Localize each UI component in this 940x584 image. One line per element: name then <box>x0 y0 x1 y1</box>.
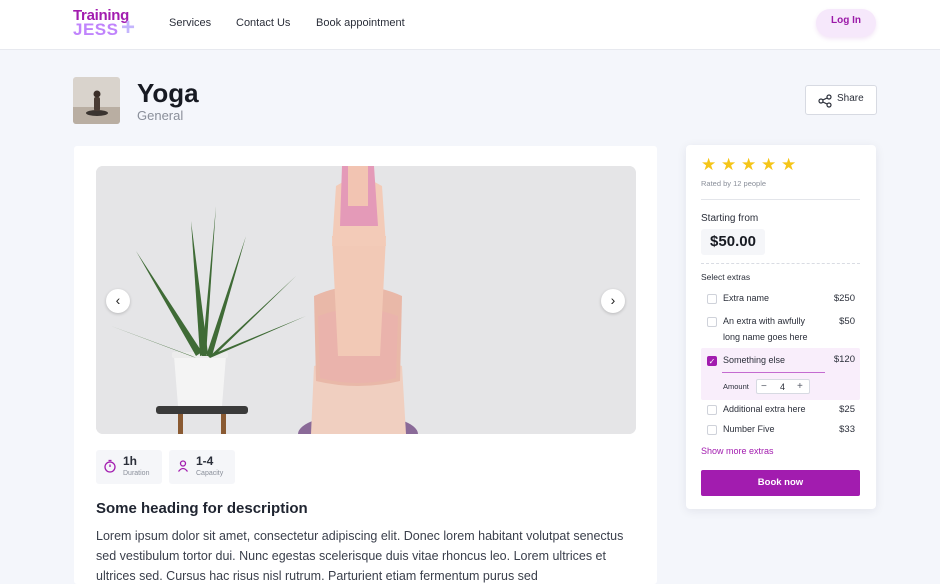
duration-stat: 1h Duration <box>96 450 162 484</box>
divider <box>701 199 860 200</box>
extra-price: $50 <box>839 316 855 327</box>
service-thumbnail <box>73 77 120 124</box>
logo-plus: + <box>121 14 136 41</box>
rating-count: Rated by 12 people <box>701 179 767 188</box>
description-body: Lorem ipsum dolor sit amet, consectetur … <box>96 529 624 583</box>
share-label: Share <box>837 93 864 104</box>
increment-button[interactable]: + <box>797 380 803 393</box>
stopwatch-icon <box>104 459 116 473</box>
rating-star-icon: ★ <box>761 155 777 174</box>
training-jess-logo[interactable]: Training JESS + <box>73 7 145 41</box>
logo-text-jess: JESS <box>73 20 119 39</box>
nav-link-contact-us[interactable]: Contact Us <box>236 17 290 29</box>
gallery-next-button[interactable]: › <box>601 289 625 313</box>
login-button[interactable]: Log In <box>816 9 876 37</box>
divider <box>701 263 860 264</box>
extra-name: Extra name <box>723 293 770 303</box>
share-button[interactable]: Share <box>805 85 877 115</box>
capacity-value: 1-4 <box>196 454 214 468</box>
show-more-extras-link[interactable]: Show more extras <box>701 446 774 456</box>
description-heading: Some heading for description <box>96 500 308 517</box>
capacity-label: Capacity <box>196 470 224 477</box>
duration-label: Duration <box>123 470 150 477</box>
selected-underline <box>722 372 825 373</box>
nav-link-book-appointment[interactable]: Book appointment <box>316 17 405 29</box>
chevron-right-icon: › <box>610 292 616 308</box>
extra-checkbox-checked[interactable]: ✓ <box>707 356 717 366</box>
book-now-button[interactable]: Book now <box>701 470 860 496</box>
extra-name: Additional extra here <box>723 404 806 414</box>
extra-price: $250 <box>833 293 855 304</box>
rating-star-icon: ★ <box>781 155 797 174</box>
amount-value[interactable]: 4 <box>780 380 785 394</box>
top-nav: Training JESS + Services Contact Us Book… <box>0 0 940 50</box>
extra-name: Something else <box>723 355 786 365</box>
nav-link-services[interactable]: Services <box>169 17 211 29</box>
page-subtitle: General <box>137 108 184 123</box>
rating-star-icon: ★ <box>721 155 737 174</box>
extra-price: $25 <box>839 404 855 415</box>
extra-name: An extra with awfully long name goes her… <box>723 316 808 342</box>
starting-price: $50.00 <box>701 229 765 255</box>
extra-checkbox[interactable] <box>707 294 717 304</box>
select-extras-label: Select extras <box>701 272 751 282</box>
amount-label: Amount <box>723 382 749 391</box>
amount-stepper[interactable]: − 4 + <box>756 379 810 394</box>
extra-price: $33 <box>839 424 855 435</box>
chevron-left-icon: ‹ <box>115 292 121 308</box>
person-icon <box>177 460 189 472</box>
rating-star-icon: ★ <box>741 155 757 174</box>
gallery-prev-button[interactable]: ‹ <box>106 289 130 313</box>
starting-from-label: Starting from <box>701 213 759 224</box>
duration-value: 1h <box>123 454 138 468</box>
decrement-button[interactable]: − <box>761 380 767 393</box>
image-gallery[interactable]: ‹ › <box>96 166 636 434</box>
extra-price: $120 <box>833 354 855 365</box>
share-icon <box>818 94 832 108</box>
page-title: Yoga <box>137 78 199 108</box>
extra-checkbox[interactable] <box>707 317 717 327</box>
extra-checkbox[interactable] <box>707 425 717 435</box>
yoga-photo <box>96 166 636 434</box>
extra-checkbox[interactable] <box>707 405 717 415</box>
capacity-stat: 1-4 Capacity <box>169 450 235 484</box>
rating-star-icon: ★ <box>701 155 717 174</box>
extra-name: Number Five <box>723 424 775 434</box>
